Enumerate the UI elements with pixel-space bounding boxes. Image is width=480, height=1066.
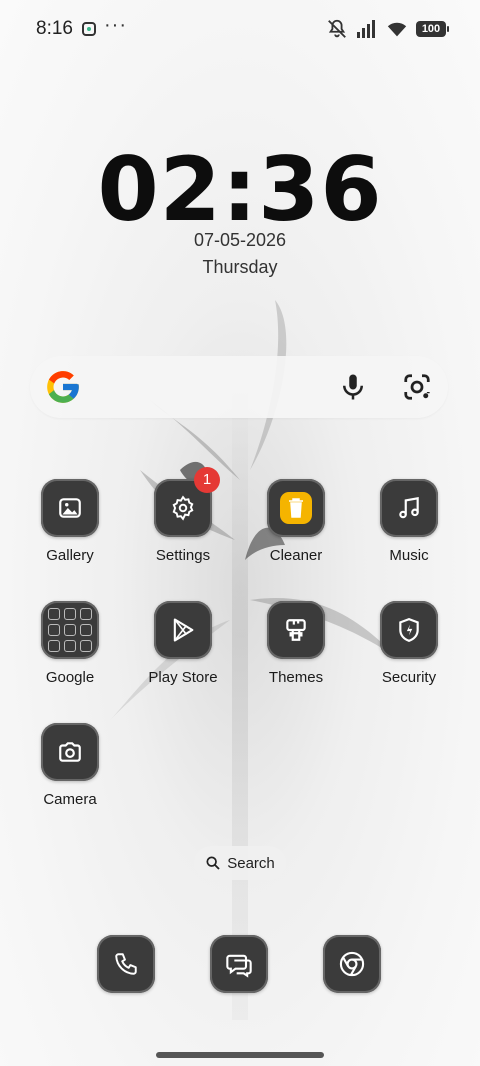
microphone-icon[interactable] (338, 372, 368, 402)
app-play-store[interactable]: Play Store (128, 601, 238, 686)
gallery-icon (41, 479, 99, 537)
clock-time[interactable]: 02:36 (0, 138, 480, 241)
app-settings[interactable]: 1 Settings (128, 467, 238, 564)
music-note-icon (380, 479, 438, 537)
app-label: Themes (268, 669, 324, 686)
app-label: Music (389, 547, 429, 564)
gesture-navigation-handle[interactable] (156, 1052, 324, 1058)
app-label: Google (45, 669, 95, 686)
notification-badge: 1 (194, 467, 220, 493)
status-icons: 100 (326, 18, 449, 40)
battery-icon: 100 (416, 21, 449, 37)
app-gallery[interactable]: Gallery (15, 479, 125, 564)
app-themes[interactable]: Themes (241, 601, 351, 686)
app-cleaner[interactable]: Cleaner (241, 479, 351, 564)
overflow-notifications-icon: ··· (104, 14, 127, 36)
status-bar: 8:16 ··· 100 (0, 0, 480, 60)
messages-icon (226, 954, 252, 978)
google-logo-icon (47, 371, 79, 403)
status-time: 8:16 (36, 18, 73, 39)
trash-icon (267, 479, 325, 537)
app-music[interactable]: Music (354, 479, 464, 564)
folder-google[interactable]: Google (15, 601, 125, 686)
chrome-icon (339, 951, 365, 977)
camera-icon (41, 723, 99, 781)
app-label: Play Store (148, 669, 218, 686)
clock-day: Thursday (202, 257, 278, 277)
dock-chrome[interactable] (323, 935, 381, 993)
app-label: Camera (43, 791, 97, 808)
app-label: Settings (155, 547, 211, 564)
app-security[interactable]: Security (354, 601, 464, 686)
google-search-bar[interactable] (30, 356, 448, 418)
play-store-icon (154, 601, 212, 659)
google-lens-icon[interactable] (402, 372, 432, 402)
mute-icon (328, 19, 346, 38)
dock-messages[interactable] (210, 935, 268, 993)
paint-brush-icon (267, 601, 325, 659)
search-icon (206, 856, 220, 870)
app-label: Security (381, 669, 437, 686)
folder-icon (41, 601, 99, 659)
app-notification-icon (82, 22, 96, 36)
app-search-button[interactable]: Search (194, 846, 286, 880)
shield-icon (380, 601, 438, 659)
clock-date: 07-05-2026 (193, 230, 287, 250)
app-label: Gallery (46, 547, 94, 564)
search-label: Search (227, 854, 275, 872)
app-camera[interactable]: Camera (15, 723, 125, 808)
app-label: Cleaner (269, 547, 323, 564)
signal-icon (357, 20, 375, 38)
phone-icon (115, 953, 137, 975)
dock-phone[interactable] (97, 935, 155, 993)
wifi-icon (387, 22, 407, 37)
gear-icon: 1 (154, 467, 220, 537)
